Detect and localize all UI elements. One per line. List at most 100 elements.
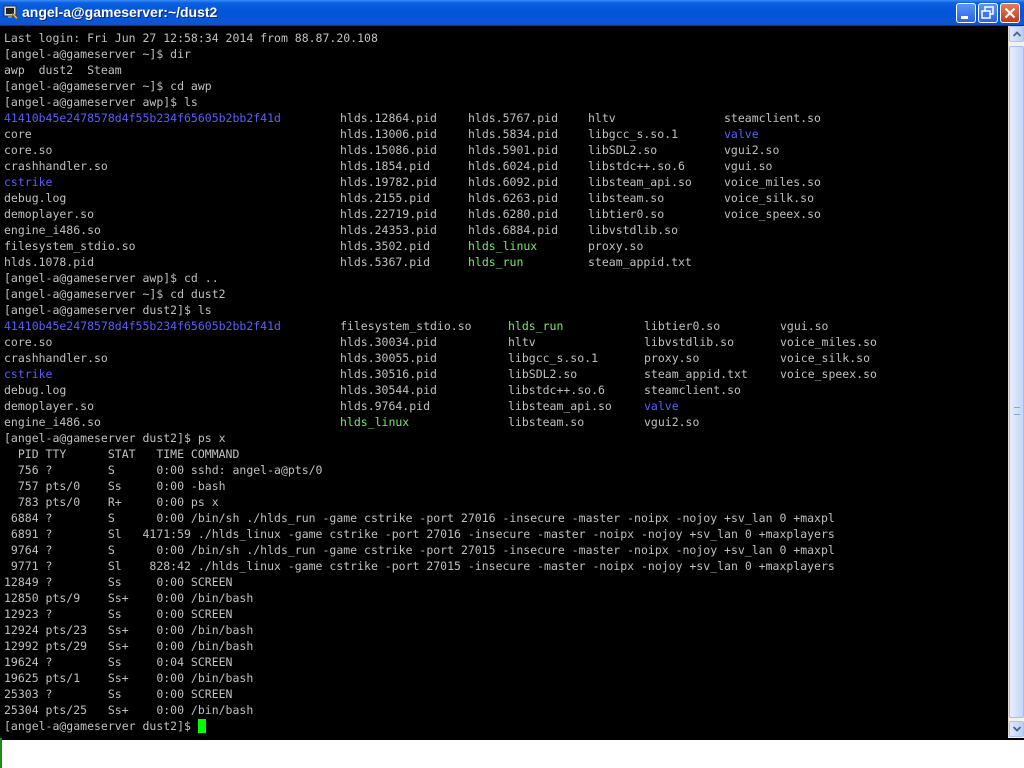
file-entry: voice_miles.so	[780, 335, 877, 349]
file-entry: voice_miles.so	[724, 175, 821, 189]
terminal-line: 12850 pts/9 Ss+ 0:00 /bin/bash	[4, 590, 1004, 606]
file-entry: core.so	[4, 143, 53, 157]
terminal-line: [angel-a@gameserver dust2]$	[4, 718, 1004, 734]
file-entry: hlds.30034.pid	[340, 335, 437, 349]
line-text: 12923 ? Ss 0:00 SCREEN	[4, 607, 233, 621]
file-entry: libgcc_s.so.1	[508, 351, 599, 365]
file-entry: hlds.24353.pid	[340, 223, 437, 237]
file-entry: filesystem_stdio.so	[340, 319, 472, 333]
file-entry: libSDL2.so	[588, 143, 658, 157]
terminal-line: [angel-a@gameserver ~]$ cd dust2	[4, 286, 1004, 302]
terminal-line: 783 pts/0 R+ 0:00 ps x	[4, 494, 1004, 510]
terminal-app-icon[interactable]	[3, 4, 19, 20]
maximize-button[interactable]	[978, 3, 998, 23]
file-entry: hltv	[508, 335, 536, 349]
scroll-down-button[interactable]	[1009, 721, 1024, 737]
terminal-line: 12992 pts/29 Ss+ 0:00 /bin/bash	[4, 638, 1004, 654]
file-entry: libstdc++.so.6	[508, 383, 605, 397]
ls-output-row: debug.log hlds.30544.pid libstdc++.so.6 ste…	[4, 382, 1004, 398]
file-entry: proxy.so	[588, 239, 644, 253]
minimize-icon	[961, 16, 968, 19]
directory-entry: cstrike	[4, 175, 53, 189]
line-text: [angel-a@gameserver ~]$ dir	[4, 47, 191, 61]
file-entry: demoplayer.so	[4, 399, 95, 413]
file-entry: hlds.5901.pid	[468, 143, 559, 157]
file-entry: hlds.13006.pid	[340, 127, 437, 141]
file-entry: hlds.30516.pid	[340, 367, 437, 381]
terminal-line: 19625 pts/1 Ss+ 0:00 /bin/bash	[4, 670, 1004, 686]
terminal-line: Last login: Fri Jun 27 12:58:34 2014 fro…	[4, 30, 1004, 46]
ls-output-row: filesystem_stdio.so hlds.3502.pid hlds_lin…	[4, 238, 1004, 254]
line-text: 9764 ? S 0:00 /bin/sh ./hlds_run -game c…	[4, 543, 835, 557]
file-entry: core.so	[4, 335, 53, 349]
directory-entry: 41410b45e2478578d4f55b234f65605b2bb2f41d	[4, 111, 281, 125]
terminal-lines: Last login: Fri Jun 27 12:58:34 2014 fro…	[4, 30, 1004, 734]
file-entry: voice_speex.so	[724, 207, 821, 221]
file-entry: libsteam_api.so	[508, 399, 612, 413]
file-entry: voice_silk.so	[780, 351, 871, 365]
file-entry: debug.log	[4, 191, 67, 205]
file-entry: proxy.so	[644, 351, 700, 365]
terminal-line: 19624 ? Ss 0:04 SCREEN	[4, 654, 1004, 670]
file-entry: hlds.2155.pid	[340, 191, 431, 205]
file-entry: libsteam_api.so	[588, 175, 692, 189]
executable-entry: hlds_run	[468, 255, 524, 269]
file-entry: libstdc++.so.6	[588, 159, 685, 173]
restore-icon	[981, 6, 994, 19]
file-entry: hlds.30055.pid	[340, 351, 437, 365]
line-text: 9771 ? Sl 828:42 ./hlds_linux -game cstr…	[4, 559, 835, 573]
file-entry: libtier0.so	[644, 319, 721, 333]
ls-output-row: hlds.1078.pid hlds.5367.pid hlds_run steam_…	[4, 254, 1004, 270]
terminal-line: [angel-a@gameserver ~]$ cd awp	[4, 78, 1004, 94]
terminal-line: awp dust2 Steam	[4, 62, 1004, 78]
file-entry: engine_i486.so	[4, 415, 101, 429]
file-entry: hlds.9764.pid	[340, 399, 431, 413]
window-title: angel-a@gameserver:~/dust2	[22, 4, 218, 20]
title-bar[interactable]: angel-a@gameserver:~/dust2	[0, 0, 1024, 26]
file-entry: hlds.12864.pid	[340, 111, 437, 125]
file-entry: steamclient.so	[724, 111, 821, 125]
terminal-line: 9764 ? S 0:00 /bin/sh ./hlds_run -game c…	[4, 542, 1004, 558]
executable-entry: hlds_linux	[340, 415, 410, 429]
file-entry: hlds.1854.pid	[340, 159, 431, 173]
close-button[interactable]	[1000, 3, 1020, 23]
executable-entry: hlds_run	[508, 319, 564, 333]
file-entry: crashhandler.so	[4, 351, 108, 365]
file-entry: hlds.22719.pid	[340, 207, 437, 221]
ls-output-row: demoplayer.so hlds.9764.pid libsteam_api.s…	[4, 398, 1004, 414]
file-entry: voice_speex.so	[780, 367, 877, 381]
ls-output-row: cstrike hlds.30516.pid libSDL2.so steam_app…	[4, 366, 1004, 382]
chevron-up-icon	[1012, 31, 1022, 37]
line-text: 12849 ? Ss 0:00 SCREEN	[4, 575, 233, 589]
terminal-line: 12849 ? Ss 0:00 SCREEN	[4, 574, 1004, 590]
scroll-thumb[interactable]	[1009, 46, 1024, 718]
terminal-line: 12924 pts/23 Ss+ 0:00 /bin/bash	[4, 622, 1004, 638]
line-text: 757 pts/0 Ss 0:00 -bash	[4, 479, 226, 493]
file-entry: hlds.6263.pid	[468, 191, 559, 205]
minimize-button[interactable]	[956, 3, 976, 23]
text-cursor[interactable]	[197, 719, 206, 733]
file-entry: libgcc_s.so.1	[588, 127, 679, 141]
line-text: 783 pts/0 R+ 0:00 ps x	[4, 495, 219, 509]
file-entry: engine_i486.so	[4, 223, 101, 237]
scroll-up-button[interactable]	[1009, 26, 1024, 42]
line-text: 19624 ? Ss 0:04 SCREEN	[4, 655, 233, 669]
ls-output-row: core.so hlds.30034.pid hltv libvstdlib.so vo…	[4, 334, 1004, 350]
file-entry: libtier0.so	[588, 207, 665, 221]
file-entry: libSDL2.so	[508, 367, 578, 381]
terminal-line: 6884 ? S 0:00 /bin/sh ./hlds_run -game c…	[4, 510, 1004, 526]
terminal-line: [angel-a@gameserver dust2]$ ls	[4, 302, 1004, 318]
line-text: 6884 ? S 0:00 /bin/sh ./hlds_run -game c…	[4, 511, 835, 525]
ls-output-row: engine_i486.so hlds.24353.pid hlds.6884.pi…	[4, 222, 1004, 238]
terminal-line: [angel-a@gameserver dust2]$ ps x	[4, 430, 1004, 446]
terminal-output[interactable]: Last login: Fri Jun 27 12:58:34 2014 fro…	[0, 26, 1008, 738]
ls-output-row: cstrike hlds.19782.pid hlds.6092.pid libste…	[4, 174, 1004, 190]
terminal-window: angel-a@gameserver:~/dust2 Last login: F…	[0, 0, 1024, 740]
file-entry: hlds.5834.pid	[468, 127, 559, 141]
file-entry: hlds.5767.pid	[468, 111, 559, 125]
file-entry: libvstdlib.so	[588, 223, 679, 237]
vertical-scrollbar[interactable]	[1008, 26, 1024, 738]
line-text: [angel-a@gameserver dust2]$ ls	[4, 303, 212, 317]
file-entry: libvstdlib.so	[644, 335, 735, 349]
line-text: awp dust2 Steam	[4, 63, 122, 77]
